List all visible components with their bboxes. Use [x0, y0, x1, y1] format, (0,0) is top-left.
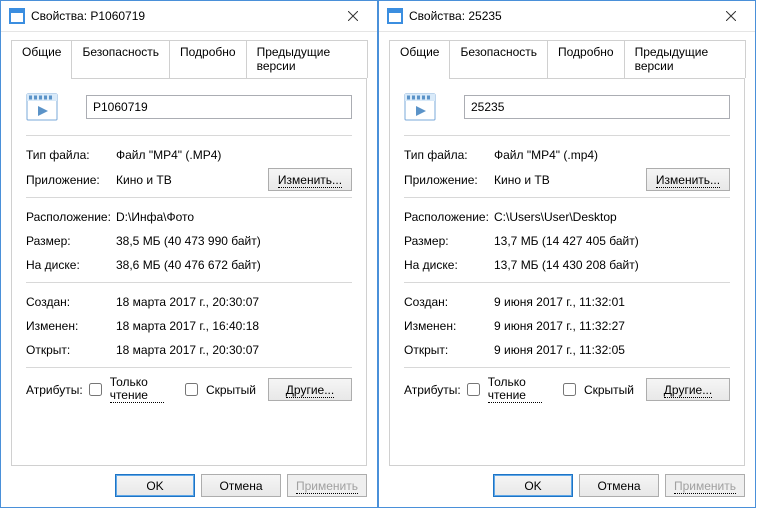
size-on-disk-value: 38,6 МБ (40 476 672 байт) [116, 258, 352, 272]
general-panel: Тип файла:Файл "MP4" (.MP4) Приложение:К… [11, 78, 367, 466]
separator [26, 197, 352, 198]
filetype-label: Тип файла: [26, 148, 116, 162]
size-label: Размер: [26, 234, 116, 248]
created-label: Создан: [26, 295, 116, 309]
tab-details[interactable]: Подробно [169, 40, 247, 78]
filetype-label: Тип файла: [404, 148, 494, 162]
tab-previous-versions[interactable]: Предыдущие версии [246, 40, 368, 78]
other-label: Другие... [664, 383, 712, 398]
other-attributes-button[interactable]: Другие... [646, 378, 730, 401]
size-label: Размер: [404, 234, 494, 248]
apply-label: Применить [674, 479, 736, 494]
size-value: 38,5 МБ (40 473 990 байт) [116, 234, 352, 248]
app-value: Кино и ТВ [494, 173, 646, 187]
change-label: Изменить... [278, 173, 342, 188]
change-button[interactable]: Изменить... [646, 168, 730, 191]
location-value: D:\Инфа\Фото [116, 210, 352, 224]
readonly-label[interactable]: Только чтение [488, 376, 542, 403]
tab-details[interactable]: Подробно [547, 40, 625, 78]
location-label: Расположение: [404, 210, 494, 224]
tab-general[interactable]: Общие [389, 40, 450, 79]
location-label: Расположение: [26, 210, 116, 224]
separator [26, 367, 352, 368]
separator [404, 135, 730, 136]
cancel-button[interactable]: Отмена [579, 474, 659, 497]
general-panel: Тип файла:Файл "MP4" (.mp4) Приложение:К… [389, 78, 745, 466]
filename-input[interactable] [464, 95, 730, 119]
close-button[interactable] [709, 2, 753, 30]
tab-strip: Общие Безопасность Подробно Предыдущие в… [389, 40, 745, 78]
accessed-value: 9 июня 2017 г., 11:32:05 [494, 343, 730, 357]
readonly-label[interactable]: Только чтение [110, 376, 164, 403]
hidden-checkbox[interactable] [563, 383, 576, 396]
created-label: Создан: [404, 295, 494, 309]
other-label: Другие... [286, 383, 334, 398]
created-value: 9 июня 2017 г., 11:32:01 [494, 295, 730, 309]
accessed-label: Открыт: [26, 343, 116, 357]
cancel-button[interactable]: Отмена [201, 474, 281, 497]
window-icon [387, 8, 403, 24]
tab-general[interactable]: Общие [11, 40, 72, 79]
hidden-checkbox[interactable] [185, 383, 198, 396]
readonly-checkbox[interactable] [89, 383, 102, 396]
ok-button[interactable]: OK [115, 474, 195, 497]
apply-button: Применить [287, 474, 367, 497]
apply-button: Применить [665, 474, 745, 497]
close-icon [726, 11, 736, 21]
properties-dialog: Свойства: P1060719 Общие Безопасность По… [0, 0, 378, 508]
dialog-footer: OK Отмена Применить [1, 474, 377, 507]
app-label: Приложение: [26, 173, 116, 187]
separator [404, 282, 730, 283]
tab-security[interactable]: Безопасность [71, 40, 170, 78]
created-value: 18 марта 2017 г., 20:30:07 [116, 295, 352, 309]
accessed-value: 18 марта 2017 г., 20:30:07 [116, 343, 352, 357]
window-title: Свойства: 25235 [409, 9, 709, 23]
tab-strip: Общие Безопасность Подробно Предыдущие в… [11, 40, 367, 78]
separator [26, 282, 352, 283]
change-label: Изменить... [656, 173, 720, 188]
readonly-checkbox[interactable] [467, 383, 480, 396]
modified-label: Изменен: [404, 319, 494, 333]
attributes-label: Атрибуты: [404, 383, 461, 397]
size-on-disk-value: 13,7 МБ (14 430 208 байт) [494, 258, 730, 272]
size-on-disk-label: На диске: [404, 258, 494, 272]
modified-value: 9 июня 2017 г., 11:32:27 [494, 319, 730, 333]
window-icon [9, 8, 25, 24]
modified-value: 18 марта 2017 г., 16:40:18 [116, 319, 352, 333]
other-attributes-button[interactable]: Другие... [268, 378, 352, 401]
dialog-footer: OK Отмена Применить [379, 474, 755, 507]
file-header [26, 91, 352, 123]
change-button[interactable]: Изменить... [268, 168, 352, 191]
location-value: C:\Users\User\Desktop [494, 210, 730, 224]
separator [404, 197, 730, 198]
video-file-icon [26, 91, 58, 123]
close-icon [348, 11, 358, 21]
app-value: Кино и ТВ [116, 173, 268, 187]
attributes-label: Атрибуты: [26, 383, 83, 397]
hidden-label[interactable]: Скрытый [584, 383, 634, 397]
app-label: Приложение: [404, 173, 494, 187]
filename-input[interactable] [86, 95, 352, 119]
close-button[interactable] [331, 2, 375, 30]
modified-label: Изменен: [26, 319, 116, 333]
ok-button[interactable]: OK [493, 474, 573, 497]
titlebar: Свойства: 25235 [379, 1, 755, 32]
filetype-value: Файл "MP4" (.MP4) [116, 148, 352, 162]
tab-previous-versions[interactable]: Предыдущие версии [624, 40, 746, 78]
window-title: Свойства: P1060719 [31, 9, 331, 23]
apply-label: Применить [296, 479, 358, 494]
file-header [404, 91, 730, 123]
accessed-label: Открыт: [404, 343, 494, 357]
properties-dialog: Свойства: 25235 Общие Безопасность Подро… [378, 0, 756, 508]
tab-security[interactable]: Безопасность [449, 40, 548, 78]
hidden-label[interactable]: Скрытый [206, 383, 256, 397]
separator [26, 135, 352, 136]
titlebar: Свойства: P1060719 [1, 1, 377, 32]
separator [404, 367, 730, 368]
filetype-value: Файл "MP4" (.mp4) [494, 148, 730, 162]
size-value: 13,7 МБ (14 427 405 байт) [494, 234, 730, 248]
video-file-icon [404, 91, 436, 123]
size-on-disk-label: На диске: [26, 258, 116, 272]
